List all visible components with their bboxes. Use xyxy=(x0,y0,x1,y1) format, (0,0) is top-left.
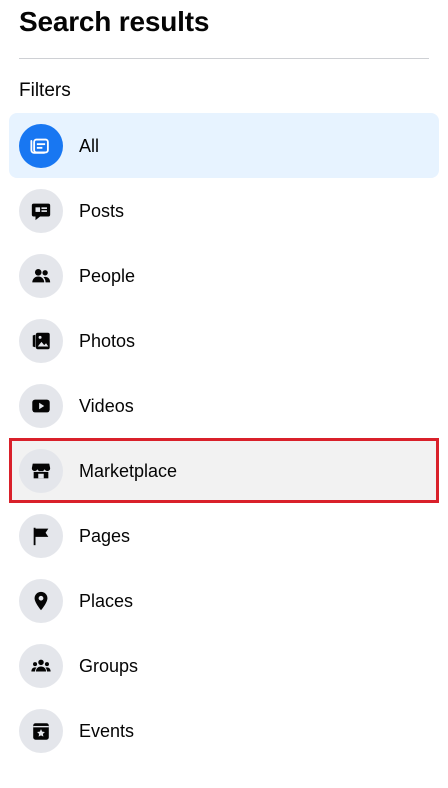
header-divider xyxy=(19,58,429,59)
events-icon xyxy=(19,708,63,753)
filter-item-groups[interactable]: Groups xyxy=(9,633,439,698)
filter-item-videos[interactable]: Videos xyxy=(9,373,439,438)
filter-label-groups: Groups xyxy=(79,655,139,676)
posts-icon xyxy=(19,188,63,233)
filter-list: All Posts People Photos Videos Marketpla… xyxy=(9,113,439,763)
filter-item-photos[interactable]: Photos xyxy=(9,308,439,373)
filter-item-all[interactable]: All xyxy=(9,113,439,178)
page-title: Search results xyxy=(19,6,210,37)
places-icon xyxy=(19,578,63,623)
filter-label-events: Events xyxy=(79,720,135,741)
filter-label-marketplace: Marketplace xyxy=(79,460,178,481)
pages-icon xyxy=(19,513,63,558)
filter-label-places: Places xyxy=(79,590,134,611)
people-icon xyxy=(19,253,63,298)
search-results-panel: Search results Filters All Posts People … xyxy=(0,0,448,788)
all-icon xyxy=(19,123,63,168)
videos-icon xyxy=(19,383,63,428)
filter-label-posts: Posts xyxy=(79,200,125,221)
filter-label-pages: Pages xyxy=(79,525,131,546)
filter-item-people[interactable]: People xyxy=(9,243,439,308)
filter-label-all: All xyxy=(79,135,100,156)
filter-label-videos: Videos xyxy=(79,395,134,416)
photos-icon xyxy=(19,318,63,363)
filter-label-people: People xyxy=(79,265,136,286)
filter-item-places[interactable]: Places xyxy=(9,568,439,633)
groups-icon xyxy=(19,643,63,688)
filter-item-pages[interactable]: Pages xyxy=(9,503,439,568)
filter-item-marketplace[interactable]: Marketplace xyxy=(9,438,439,503)
filter-item-posts[interactable]: Posts xyxy=(9,178,439,243)
marketplace-icon xyxy=(19,448,63,493)
filter-item-events[interactable]: Events xyxy=(9,698,439,763)
filters-heading: Filters xyxy=(19,80,71,101)
filter-label-photos: Photos xyxy=(79,330,136,351)
